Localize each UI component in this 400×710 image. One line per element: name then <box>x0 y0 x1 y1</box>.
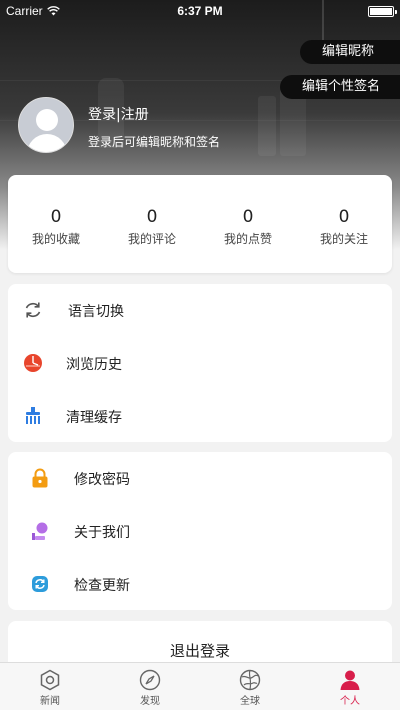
stat-label: 我的关注 <box>319 232 368 246</box>
broom-icon <box>26 407 40 424</box>
settings-card-2: 修改密码 关于我们 检查更新 <box>8 452 392 610</box>
stat-label: 我的评论 <box>127 232 176 246</box>
stat-value: 0 <box>338 207 350 227</box>
tab-label: 新闻 <box>40 696 60 707</box>
menu-item-clear-cache[interactable]: 清理缓存 <box>8 390 392 443</box>
menu-item-change-password[interactable]: 修改密码 <box>8 452 392 505</box>
header-decoration <box>258 96 276 156</box>
battery-icon <box>368 6 397 17</box>
stat-favorites[interactable]: 0 我的收藏 <box>8 175 104 273</box>
tab-global[interactable]: 全球 <box>200 663 300 710</box>
stat-label: 我的点赞 <box>223 232 272 246</box>
status-time: 6:37 PM <box>177 4 223 18</box>
stat-value: 0 <box>242 207 254 227</box>
menu-item-check-update[interactable]: 检查更新 <box>8 558 392 611</box>
history-icon <box>24 354 42 372</box>
update-icon <box>32 576 48 592</box>
tab-label: 发现 <box>140 696 160 707</box>
stat-likes[interactable]: 0 我的点赞 <box>200 175 296 273</box>
compass-icon <box>139 669 161 691</box>
lock-icon <box>32 468 48 488</box>
tab-bar: 新闻 发现 全球 个人 <box>0 662 400 710</box>
menu-item-label: 检查更新 <box>74 578 130 594</box>
menu-item-history[interactable]: 浏览历史 <box>8 337 392 390</box>
stat-following[interactable]: 0 我的关注 <box>296 175 392 273</box>
stat-value: 0 <box>146 207 158 227</box>
avatar-head <box>36 109 58 131</box>
refresh-icon <box>25 302 41 318</box>
login-hint: 登录后可编辑昵称和签名 <box>88 135 221 149</box>
menu-item-language[interactable]: 语言切换 <box>8 284 392 337</box>
menu-item-label: 语言切换 <box>68 304 124 320</box>
settings-card-1: 语言切换 浏览历史 清理缓存 <box>8 284 392 442</box>
login-register-link[interactable]: 登录|注册 <box>88 104 149 124</box>
stats-card: 0 我的收藏 0 我的评论 0 我的点赞 0 我的关注 <box>8 175 392 273</box>
news-icon <box>40 669 60 691</box>
logout-button[interactable]: 退出登录 <box>8 640 392 661</box>
person-icon <box>340 670 360 690</box>
status-bar: Carrier 6:37 PM <box>0 0 400 22</box>
stat-value: 0 <box>50 207 62 227</box>
stat-comments[interactable]: 0 我的评论 <box>104 175 200 273</box>
menu-item-label: 修改密码 <box>74 472 130 488</box>
stat-label: 我的收藏 <box>31 232 80 246</box>
tab-label: 全球 <box>240 696 260 707</box>
menu-item-label: 清理缓存 <box>66 410 122 426</box>
tab-news[interactable]: 新闻 <box>0 663 100 710</box>
tab-discover[interactable]: 发现 <box>100 663 200 710</box>
menu-item-about-us[interactable]: 关于我们 <box>8 505 392 558</box>
avatar-body <box>27 134 67 152</box>
edit-signature-button[interactable]: 编辑个性签名 <box>280 75 400 99</box>
menu-item-label: 关于我们 <box>74 525 130 541</box>
edit-nickname-button[interactable]: 编辑昵称 <box>300 40 400 64</box>
tab-label: 个人 <box>340 696 360 707</box>
menu-item-label: 浏览历史 <box>66 357 122 373</box>
tab-profile[interactable]: 个人 <box>300 663 400 710</box>
avatar[interactable] <box>18 97 74 153</box>
globe-icon <box>239 669 261 691</box>
about-icon <box>32 522 48 540</box>
